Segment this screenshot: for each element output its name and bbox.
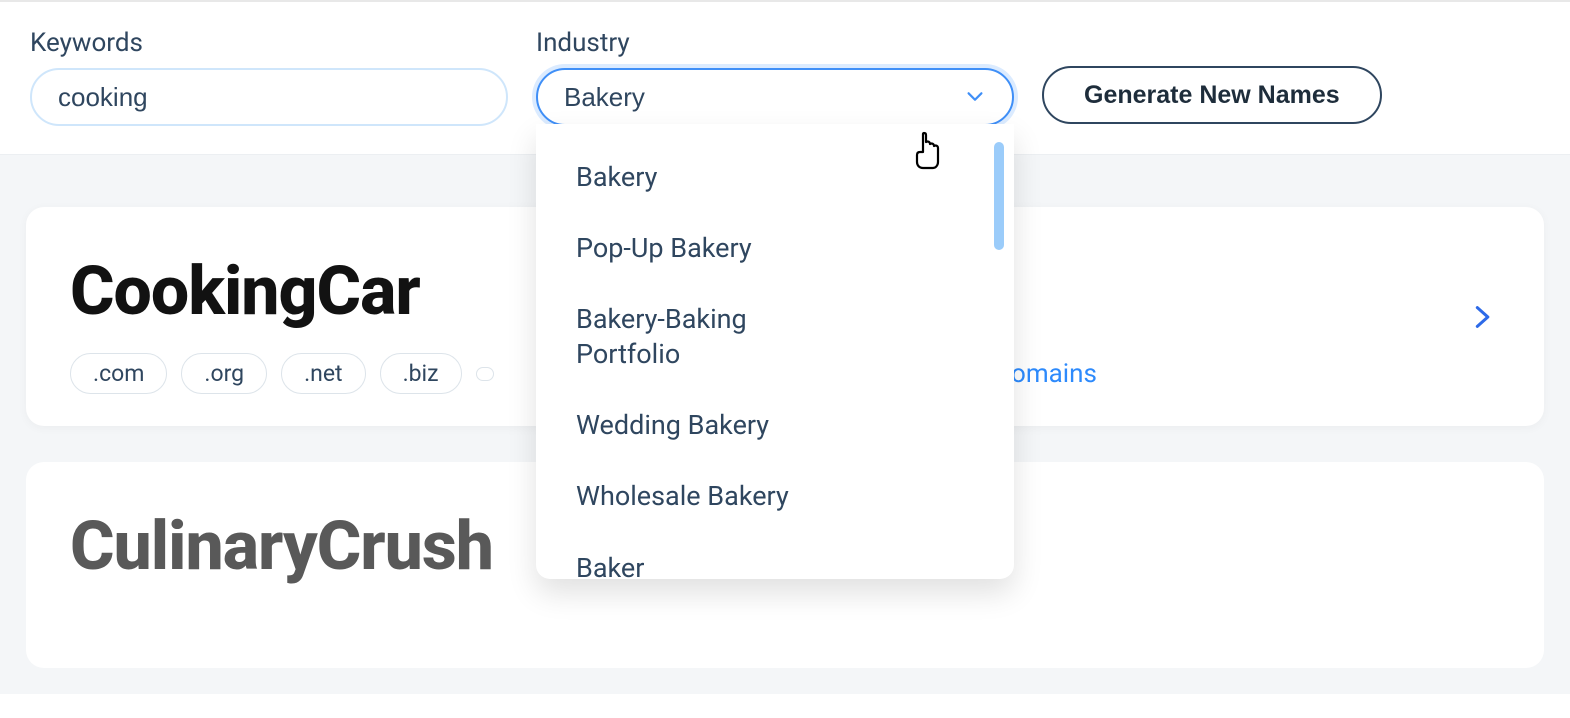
controls-row: Keywords Industry Bakery Pop-Up Bakery B… xyxy=(0,2,1570,154)
ext-pill-com[interactable]: .com xyxy=(70,353,167,394)
industry-input[interactable] xyxy=(536,68,1014,126)
industry-dropdown: Bakery Pop-Up Bakery Bakery-Baking Portf… xyxy=(536,124,1014,579)
dropdown-item-popup-bakery[interactable]: Pop-Up Bakery xyxy=(576,213,1006,284)
ext-pill-org[interactable]: .org xyxy=(181,353,267,394)
keywords-label: Keywords xyxy=(30,28,508,58)
dropdown-scrollbar[interactable] xyxy=(994,142,1004,250)
industry-combo: Bakery Pop-Up Bakery Bakery-Baking Portf… xyxy=(536,68,1014,126)
industry-label: Industry xyxy=(536,28,1014,58)
dropdown-item-bakery-baking-portfolio[interactable]: Bakery-Baking Portfolio xyxy=(576,284,846,390)
keywords-input[interactable] xyxy=(30,68,508,126)
ext-pill-biz[interactable]: .biz xyxy=(380,353,462,394)
generate-button[interactable]: Generate New Names xyxy=(1042,66,1382,124)
dropdown-item-wholesale-bakery[interactable]: Wholesale Bakery xyxy=(576,461,1006,532)
chevron-right-icon xyxy=(1468,303,1496,331)
dropdown-item-baker[interactable]: Baker xyxy=(576,533,1006,579)
industry-group: Industry Bakery Pop-Up Bakery Bakery-Bak… xyxy=(536,28,1014,126)
dropdown-item-bakery[interactable]: Bakery xyxy=(576,142,1006,213)
ext-pill-net[interactable]: .net xyxy=(281,353,366,394)
keywords-group: Keywords xyxy=(30,28,508,126)
dropdown-item-wedding-bakery[interactable]: Wedding Bakery xyxy=(576,390,1006,461)
ext-pill-more[interactable] xyxy=(476,367,494,381)
